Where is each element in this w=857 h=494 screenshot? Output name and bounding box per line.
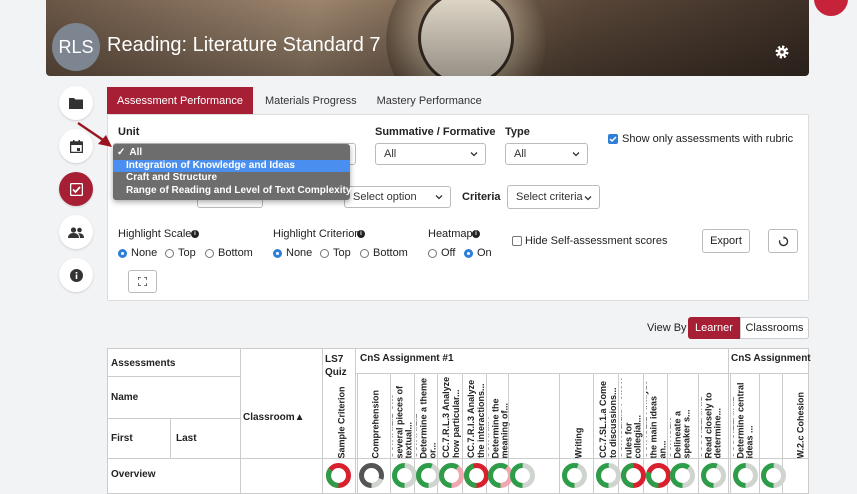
- summative-select[interactable]: All: [375, 143, 486, 165]
- overview-donut-chart[interactable]: [732, 462, 759, 489]
- criterion-header[interactable]: CC.7.SL.1.b Follow rules for collegial..…: [621, 376, 643, 458]
- summative-label: Summative / Formative: [375, 126, 496, 138]
- folder-button[interactable]: [59, 86, 93, 120]
- unit-dropdown-menu: ✓ All Integration of Knowledge and Ideas …: [113, 144, 351, 200]
- criterion-header[interactable]: Sample Criterion: [325, 376, 347, 458]
- unit-option-all[interactable]: ✓ All: [113, 147, 350, 160]
- chevron-down-icon: [584, 196, 592, 201]
- info-icon: [69, 268, 83, 282]
- learner-toggle[interactable]: Learner: [688, 317, 740, 339]
- chevron-down-icon: [572, 152, 580, 157]
- overview-donut-chart[interactable]: [645, 462, 672, 489]
- classroom-header[interactable]: Classroom▲: [243, 412, 305, 423]
- name-header: Name: [111, 392, 139, 403]
- view-by-label: View By: [647, 322, 687, 334]
- people-button[interactable]: [59, 215, 93, 249]
- criterion-bottom-radio[interactable]: [360, 249, 369, 258]
- overview-donut-chart[interactable]: [325, 462, 352, 489]
- assessments-header: Assessments: [111, 358, 176, 369]
- classrooms-toggle[interactable]: Classrooms: [740, 317, 809, 339]
- criterion-header[interactable]: CCSS.ELA.R.2 Determine central ideas ...: [733, 376, 755, 458]
- overview-donut-chart[interactable]: [561, 462, 588, 489]
- expand-icon: [138, 277, 147, 286]
- chevron-down-icon: [435, 195, 443, 200]
- avatar: RLS: [52, 23, 100, 71]
- highlight-criterion-label: Highlight Criterion: [273, 228, 361, 240]
- export-button[interactable]: Export: [702, 229, 750, 253]
- highlight-scales-label: Highlight Scales: [118, 228, 197, 240]
- refresh-icon: [778, 235, 788, 246]
- scales-none-radio[interactable]: [118, 249, 127, 258]
- overview-donut-chart[interactable]: [620, 462, 647, 489]
- criteria-select[interactable]: Select criteria: [507, 185, 600, 209]
- option-select[interactable]: Select option: [344, 186, 451, 208]
- rubric-only-checkbox[interactable]: [608, 134, 618, 144]
- criterion-header[interactable]: CC.7.R.L.3 Analyze how particular...: [439, 376, 461, 458]
- add-button[interactable]: [814, 0, 848, 16]
- criterion-header[interactable]: Writing: [562, 376, 584, 458]
- criterion-header[interactable]: CCSS.ELA.R.1 Read closely to determine..…: [701, 376, 723, 458]
- criterion-header[interactable]: CC.7.R.I.3 Analyze the interactions...: [464, 376, 486, 458]
- unit-option-craft[interactable]: Craft and Structure: [113, 172, 350, 185]
- unit-option-range[interactable]: Range of Reading and Level of Text Compl…: [113, 185, 351, 198]
- info-icon: i: [191, 230, 199, 238]
- criterion-header[interactable]: CC.7.R.L.2 Determine a theme or...: [416, 376, 438, 458]
- criterion-header[interactable]: CC.7.SL.2 Analyze the main ideas an...: [646, 376, 668, 458]
- criterion-header[interactable]: W.2.c Cohesion: [784, 376, 806, 458]
- criteria-label: Criteria: [462, 191, 501, 203]
- criterion-header[interactable]: CC.7.SL.3 Delineate a speaker s...: [670, 376, 692, 458]
- overview-donut-chart[interactable]: [760, 462, 787, 489]
- criterion-none-radio[interactable]: [273, 249, 282, 258]
- type-select[interactable]: All: [505, 143, 588, 165]
- overview-donut-chart[interactable]: [700, 462, 727, 489]
- hide-self-assessment-checkbox[interactable]: [512, 236, 522, 246]
- fullscreen-button[interactable]: [128, 270, 157, 293]
- unit-option-integration[interactable]: Integration of Knowledge and Ideas: [113, 159, 350, 172]
- assessment-button[interactable]: [59, 172, 93, 206]
- criterion-header[interactable]: CC.7.R.L.1 Cite several pieces of textua…: [392, 376, 414, 458]
- criterion-header[interactable]: CC.7.SL.1.a Come to discussions...: [596, 376, 618, 458]
- cns-assignment-1-header: CnS Assignment #1: [360, 353, 454, 364]
- hide-self-assessment-label: Hide Self-assessment scores: [525, 235, 668, 247]
- unit-label: Unit: [118, 126, 140, 138]
- checkbox-icon: [69, 182, 83, 196]
- first-name-header[interactable]: First: [111, 433, 133, 444]
- heatmap-label: Heatmap: [428, 228, 473, 240]
- overview-donut-chart[interactable]: [595, 462, 622, 489]
- scales-bottom-radio[interactable]: [205, 249, 214, 258]
- annotation-arrow-icon: [77, 122, 112, 147]
- scales-top-radio[interactable]: [165, 249, 174, 258]
- tab-assessment-performance[interactable]: Assessment Performance: [107, 87, 253, 114]
- page-title: Reading: Literature Standard 7: [107, 34, 381, 56]
- rubric-only-label: Show only assessments with rubric: [622, 133, 794, 145]
- criterion-header[interactable]: Comprehension: [359, 376, 381, 458]
- criterion-header[interactable]: CC.7.R.I.4 Determine the meaning of...: [488, 376, 510, 458]
- people-icon: [68, 226, 84, 238]
- overview-donut-chart[interactable]: [509, 462, 536, 489]
- overview-donut-chart[interactable]: [391, 462, 418, 489]
- last-name-header[interactable]: Last: [176, 433, 197, 444]
- gear-icon[interactable]: [774, 44, 790, 60]
- heatmap-on-radio[interactable]: [464, 249, 473, 258]
- tab-mastery-performance[interactable]: Mastery Performance: [367, 87, 492, 114]
- check-icon: [609, 136, 617, 143]
- info-button[interactable]: [59, 258, 93, 292]
- overview-row-label: Overview: [111, 469, 156, 480]
- overview-donut-chart[interactable]: [358, 462, 385, 489]
- info-icon: i: [357, 230, 365, 238]
- info-icon: i: [472, 230, 480, 238]
- report-tabs: Assessment Performance Materials Progres…: [107, 87, 492, 114]
- criterion-top-radio[interactable]: [320, 249, 329, 258]
- folder-icon: [69, 98, 83, 109]
- type-label: Type: [505, 126, 530, 138]
- overview-donut-chart[interactable]: [463, 462, 490, 489]
- tab-materials-progress[interactable]: Materials Progress: [255, 87, 367, 114]
- heatmap-off-radio[interactable]: [428, 249, 437, 258]
- overview-donut-chart[interactable]: [438, 462, 465, 489]
- chevron-down-icon: [470, 152, 478, 157]
- reset-button[interactable]: [768, 229, 798, 253]
- cns-assignment-header: CnS Assignment: [731, 353, 811, 364]
- overview-donut-chart[interactable]: [669, 462, 696, 489]
